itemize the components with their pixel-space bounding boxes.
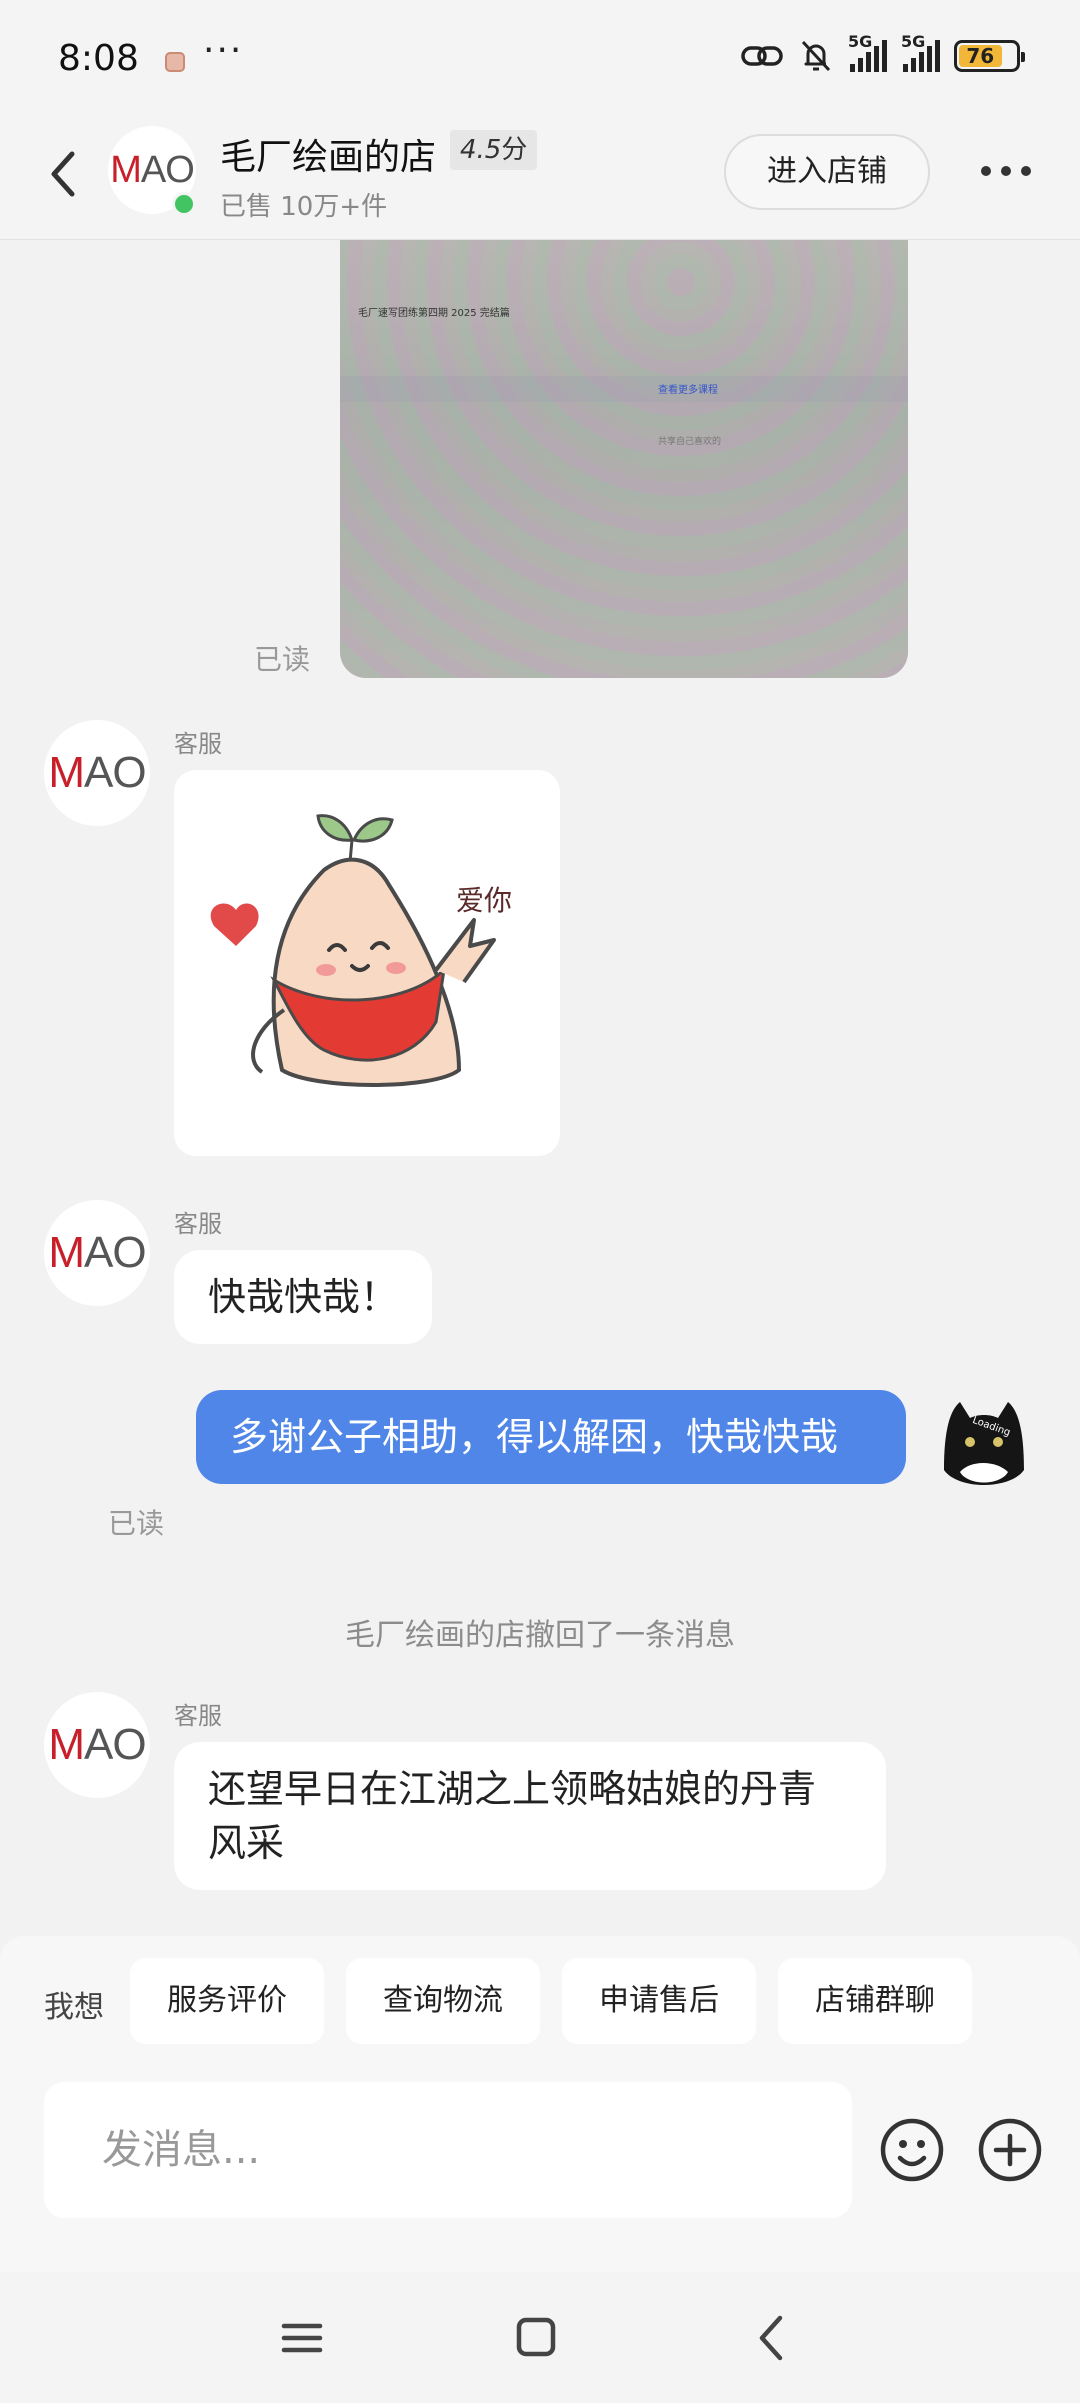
sold-count: 已售 10万+件 bbox=[220, 192, 388, 222]
message-bubble-agent[interactable]: 快哉快哉！ bbox=[174, 1250, 433, 1344]
battery-level: 76 bbox=[959, 44, 1002, 68]
message-input[interactable] bbox=[44, 2082, 852, 2218]
sticker-image: 爱你 bbox=[210, 814, 512, 1087]
user-avatar[interactable]: Loading bbox=[930, 1390, 1036, 1496]
sticker-message[interactable]: 爱你 bbox=[174, 770, 560, 1156]
chevron-left-icon[interactable] bbox=[44, 146, 84, 202]
chip-after-sales[interactable]: 申请售后 bbox=[562, 1958, 756, 2044]
network-type-label-2: 5G bbox=[901, 32, 926, 51]
signal-icon-sim1: 5G bbox=[848, 32, 887, 72]
link-icon bbox=[741, 46, 783, 66]
chip-store-group-chat[interactable]: 店铺群聊 bbox=[778, 1958, 972, 2044]
status-time: 8:08 bbox=[58, 38, 139, 79]
agent-avatar[interactable]: MAO bbox=[44, 1692, 150, 1798]
emoji-smile-icon[interactable] bbox=[878, 2116, 946, 2184]
mao-logo: MAO bbox=[48, 1720, 146, 1769]
recall-notice: 毛厂绘画的店撤回了一条消息 bbox=[345, 1618, 735, 1653]
photo-band bbox=[340, 376, 908, 402]
quick-actions-label: 我想 bbox=[44, 1990, 104, 2025]
menu-icon[interactable] bbox=[272, 2310, 332, 2366]
mao-logo: MAO bbox=[110, 148, 195, 191]
message-bubble-agent[interactable]: 还望早日在江湖之上领略姑娘的丹青风采 bbox=[174, 1742, 886, 1890]
sticker-love-text: 爱你 bbox=[456, 884, 512, 917]
chat-messages[interactable]: 毛厂速写团练第四期 2025 完结篇 查看更多课程 共享自己喜欢的 已读 MAO… bbox=[0, 240, 1080, 1936]
read-receipt: 已读 bbox=[254, 643, 311, 676]
more-dots-icon[interactable] bbox=[978, 156, 1034, 186]
chat-header: MAO 毛厂绘画的店 4.5分 已售 10万+件 进入店铺 bbox=[0, 104, 1080, 240]
sender-label: 客服 bbox=[174, 730, 222, 758]
shop-name[interactable]: 毛厂绘画的店 bbox=[220, 128, 436, 180]
photo-text-link: 查看更多课程 bbox=[658, 385, 718, 396]
agent-avatar[interactable]: MAO bbox=[44, 1200, 150, 1306]
chip-service-review[interactable]: 服务评价 bbox=[130, 1958, 324, 2044]
mao-logo: MAO bbox=[48, 748, 146, 797]
sender-label: 客服 bbox=[174, 1210, 222, 1238]
back-triangle-icon[interactable] bbox=[742, 2310, 802, 2366]
online-status-dot bbox=[172, 192, 196, 216]
bottom-input-panel: 我想 服务评价 查询物流 申请售后 店铺群聊 bbox=[0, 1936, 1080, 2272]
message-bubble-user[interactable]: 多谢公子相助，得以解困，快哉快哉 bbox=[196, 1390, 906, 1484]
agent-avatar[interactable]: MAO bbox=[44, 720, 150, 826]
read-receipt: 已读 bbox=[108, 1507, 165, 1540]
bell-muted-icon bbox=[801, 40, 831, 72]
plus-circle-icon[interactable] bbox=[976, 2116, 1044, 2184]
enter-store-button[interactable]: 进入店铺 bbox=[724, 134, 930, 210]
mao-logo: MAO bbox=[48, 1228, 146, 1277]
status-right-cluster: 5G 5G 76 bbox=[740, 32, 1025, 76]
network-type-label-1: 5G bbox=[848, 32, 873, 51]
chip-track-logistics[interactable]: 查询物流 bbox=[346, 1958, 540, 2044]
battery-icon: 76 bbox=[954, 40, 1025, 72]
sender-label: 客服 bbox=[174, 1702, 222, 1730]
notification-app-icon bbox=[165, 52, 185, 72]
photo-text-title: 毛厂速写团练第四期 2025 完结篇 bbox=[358, 308, 510, 319]
photo-text-hint: 共享自己喜欢的 bbox=[658, 437, 722, 447]
sent-photo[interactable]: 毛厂速写团练第四期 2025 完结篇 查看更多课程 共享自己喜欢的 bbox=[340, 240, 908, 678]
signal-icon-sim2: 5G bbox=[901, 32, 940, 72]
status-bar: 8:08 ··· 5G 5G 76 bbox=[0, 0, 1080, 104]
home-square-icon[interactable] bbox=[506, 2310, 566, 2366]
rating-badge: 4.5分 bbox=[450, 130, 538, 170]
cat-avatar-image: Loading bbox=[930, 1390, 1036, 1496]
system-nav-bar bbox=[0, 2272, 1080, 2403]
status-more-notifications: ··· bbox=[203, 30, 244, 71]
